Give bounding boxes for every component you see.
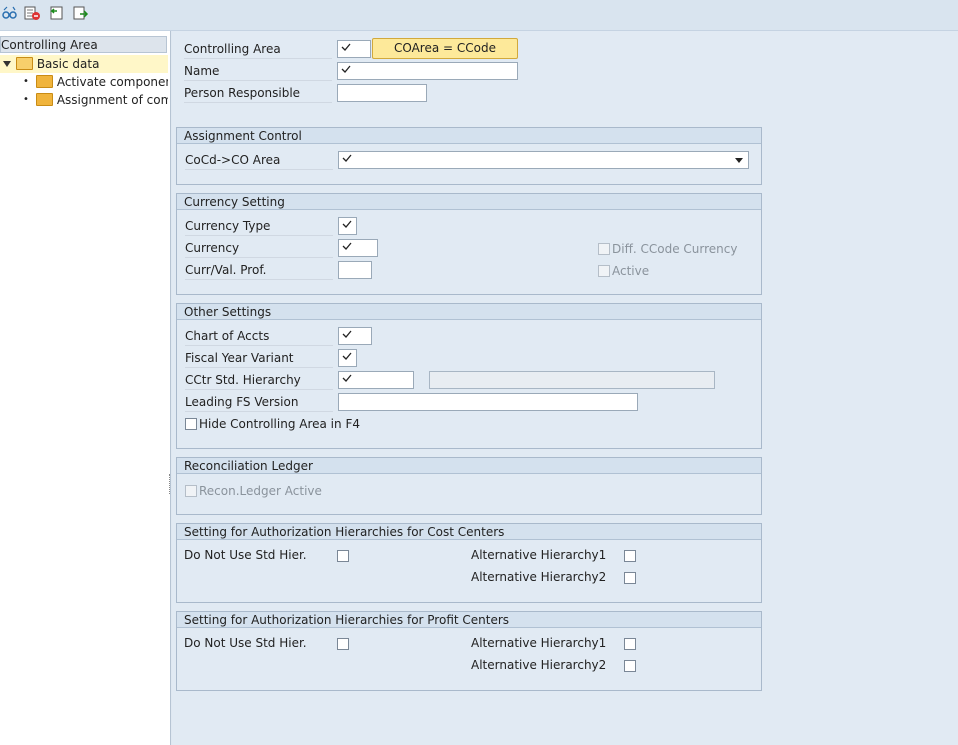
auth-hier-profit-centers-group: Setting for Authorization Hierarchies fo… xyxy=(176,611,762,691)
currency-type-field[interactable] xyxy=(338,217,357,235)
other-settings-group: Other Settings Chart of Accts Fiscal Yea… xyxy=(176,303,762,449)
required-check-icon xyxy=(341,65,351,73)
bullet-icon: • xyxy=(23,76,29,87)
expand-triangle-icon[interactable] xyxy=(3,61,11,67)
diff-ccode-currency-checkbox[interactable] xyxy=(598,243,610,255)
folder-icon xyxy=(36,75,53,88)
tree-item-activate-component[interactable]: • Activate component xyxy=(0,73,168,91)
controlling-area-field[interactable] xyxy=(337,40,371,58)
required-check-icon xyxy=(342,352,352,360)
chart-of-accts-field[interactable] xyxy=(338,327,372,345)
auth-hier-cost-centers-group: Setting for Authorization Hierarchies fo… xyxy=(176,523,762,603)
cocd-co-area-label: CoCd->CO Area xyxy=(185,151,333,170)
tree-item-assignment[interactable]: • Assignment of comp xyxy=(0,91,168,109)
export-icon[interactable] xyxy=(73,5,89,21)
person-responsible-field[interactable] xyxy=(337,84,427,102)
group-title: Other Settings xyxy=(177,304,761,320)
alternative-hierarchy2-label: Alternative Hierarchy2 xyxy=(471,658,607,672)
name-field[interactable] xyxy=(337,62,518,80)
detail-screen: Controlling Area COArea = CCode Name Per… xyxy=(172,31,958,745)
tree-item-basic-data[interactable]: Basic data xyxy=(0,55,168,73)
alternative-hierarchy1-checkbox[interactable] xyxy=(624,638,636,650)
currency-setting-group: Currency Setting Currency Type Currency … xyxy=(176,193,762,295)
currency-label: Currency xyxy=(185,239,333,258)
currency-field[interactable] xyxy=(338,239,378,257)
alternative-hierarchy2-checkbox[interactable] xyxy=(624,660,636,672)
folder-open-icon xyxy=(16,57,33,70)
currency-type-label: Currency Type xyxy=(185,217,333,236)
navigation-tree: Controlling Area Basic data • Activate c… xyxy=(0,31,171,745)
cctr-std-hierarchy-field[interactable] xyxy=(338,371,414,389)
tree-header: Controlling Area xyxy=(0,36,167,53)
delete-row-icon[interactable] xyxy=(24,5,40,21)
do-not-use-std-hier-checkbox[interactable] xyxy=(337,638,349,650)
undo-icon[interactable] xyxy=(48,5,64,21)
reconciliation-ledger-group: Reconciliation Ledger Recon.Ledger Activ… xyxy=(176,457,762,515)
chevron-down-icon[interactable] xyxy=(735,158,743,163)
leading-fs-version-label: Leading FS Version xyxy=(185,393,333,412)
required-check-icon xyxy=(342,220,352,228)
alternative-hierarchy1-checkbox[interactable] xyxy=(624,550,636,562)
do-not-use-std-hier-label: Do Not Use Std Hier. xyxy=(184,548,307,562)
tree-item-label: Activate component xyxy=(56,75,168,89)
diff-ccode-currency-label: Diff. CCode Currency xyxy=(612,242,738,256)
hide-controlling-area-label: Hide Controlling Area in F4 xyxy=(199,417,360,431)
tree-item-label: Assignment of comp xyxy=(56,93,168,107)
group-title: Reconciliation Ledger xyxy=(177,458,761,474)
recon-ledger-active-checkbox[interactable] xyxy=(185,485,197,497)
application-toolbar xyxy=(0,0,958,31)
curr-val-prof-field[interactable] xyxy=(338,261,372,279)
required-check-icon xyxy=(342,374,352,382)
hide-controlling-area-checkbox[interactable] xyxy=(185,418,197,430)
name-label: Name xyxy=(184,62,332,81)
controlling-area-label: Controlling Area xyxy=(184,40,332,59)
cctr-std-hierarchy-label: CCtr Std. Hierarchy xyxy=(185,371,333,390)
fiscal-year-variant-field[interactable] xyxy=(338,349,357,367)
group-title: Setting for Authorization Hierarchies fo… xyxy=(177,612,761,628)
active-checkbox[interactable] xyxy=(598,265,610,277)
tree-item-label: Basic data xyxy=(36,57,100,71)
bullet-icon: • xyxy=(23,94,29,105)
alternative-hierarchy1-label: Alternative Hierarchy1 xyxy=(471,548,607,562)
group-title: Currency Setting xyxy=(177,194,761,210)
do-not-use-std-hier-label: Do Not Use Std Hier. xyxy=(184,636,307,650)
active-label: Active xyxy=(612,264,650,278)
required-check-icon xyxy=(342,330,352,338)
required-check-icon xyxy=(342,242,352,250)
glasses-icon[interactable] xyxy=(2,5,18,21)
person-responsible-label: Person Responsible xyxy=(184,84,332,103)
do-not-use-std-hier-checkbox[interactable] xyxy=(337,550,349,562)
coarea-ccode-button[interactable]: COArea = CCode xyxy=(372,38,518,59)
leading-fs-version-field[interactable] xyxy=(338,393,638,411)
fiscal-year-variant-label: Fiscal Year Variant xyxy=(185,349,333,368)
alternative-hierarchy1-label: Alternative Hierarchy1 xyxy=(471,636,607,650)
required-check-icon xyxy=(342,154,352,162)
cctr-hierarchy-description-field xyxy=(429,371,715,389)
required-check-icon xyxy=(341,43,351,51)
curr-val-prof-label: Curr/Val. Prof. xyxy=(185,261,333,280)
folder-icon xyxy=(36,93,53,106)
group-title: Setting for Authorization Hierarchies fo… xyxy=(177,524,761,540)
assignment-control-group: Assignment Control CoCd->CO Area xyxy=(176,127,762,185)
cocd-co-area-dropdown[interactable] xyxy=(338,151,749,169)
group-title: Assignment Control xyxy=(177,128,761,144)
alternative-hierarchy2-label: Alternative Hierarchy2 xyxy=(471,570,607,584)
alternative-hierarchy2-checkbox[interactable] xyxy=(624,572,636,584)
chart-of-accts-label: Chart of Accts xyxy=(185,327,333,346)
recon-ledger-active-label: Recon.Ledger Active xyxy=(199,484,322,498)
